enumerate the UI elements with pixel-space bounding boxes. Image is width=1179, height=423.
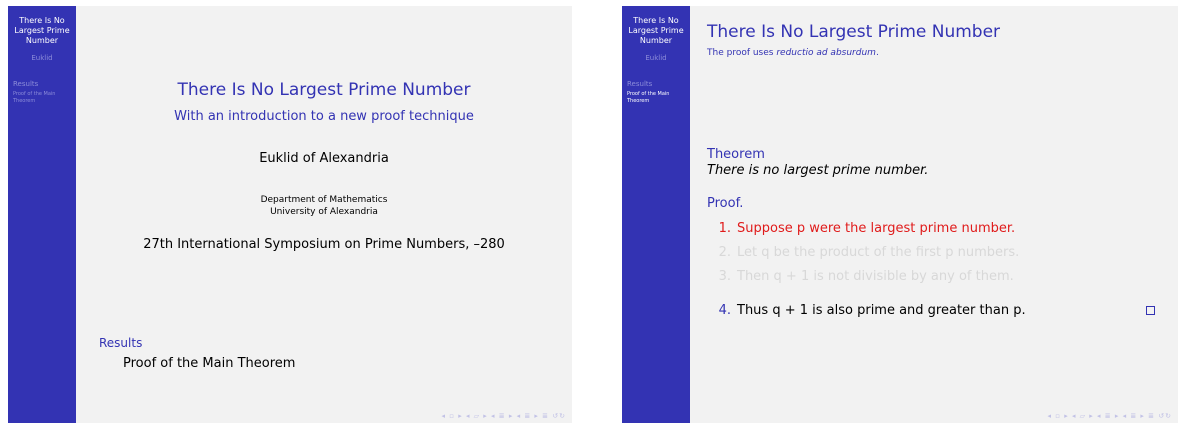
sidebar-section-results[interactable]: Results [8, 80, 76, 88]
sidebar-section-results[interactable]: Results [622, 80, 690, 88]
step-number: 3. [718, 269, 731, 284]
proof-heading: Proof. [707, 196, 744, 211]
institute-department: Department of Mathematics [260, 195, 388, 205]
sidebar-subsection-proof[interactable]: Proof of the Main Theorem [622, 91, 690, 105]
qed-square-icon [1146, 306, 1155, 315]
presentation-subtitle: With an introduction to a new proof tech… [174, 109, 474, 124]
presentation-title: There Is No Largest Prime Number [177, 80, 471, 100]
proof-slide: There Is No Largest Prime Number Euklid … [622, 6, 1178, 423]
proof-step: 1. Suppose p were the largest prime numbe… [707, 221, 1016, 236]
step-number: 4. [718, 303, 731, 318]
institute-university: University of Alexandria [270, 207, 378, 217]
frame-subtitle-suffix: . [875, 48, 879, 58]
proof-step: 2. Let q be the product of the first p nu… [707, 245, 1020, 260]
frame-subtitle-emphasis: reductio ad absurdum [776, 48, 876, 58]
toc-subsection-proof[interactable]: Proof of the Main Theorem [123, 356, 295, 371]
sidebar: There Is No Largest Prime Number Euklid … [8, 6, 76, 423]
title-slide: There Is No Largest Prime Number Euklid … [8, 6, 572, 423]
sidebar: There Is No Largest Prime Number Euklid … [622, 6, 690, 423]
frame-subtitle-prefix: The proof uses [707, 48, 777, 58]
slide-content: There Is No Largest Prime Number With an… [76, 6, 572, 423]
step-number: 2. [718, 245, 731, 260]
proof-step: 4. Thus q + 1 is also prime and greater t… [707, 303, 1026, 318]
theorem-heading: Theorem [707, 147, 765, 162]
sidebar-author[interactable]: Euklid [8, 54, 76, 62]
sidebar-title[interactable]: There Is No Largest Prime Number [8, 16, 76, 46]
sidebar-title[interactable]: There Is No Largest Prime Number [622, 16, 690, 46]
proof-step: 3. Then q + 1 is not divisible by any of … [707, 269, 1014, 284]
theorem-body: There is no largest prime number. [707, 163, 929, 178]
sidebar-subsection-proof[interactable]: Proof of the Main Theorem [8, 91, 76, 105]
navigation-controls[interactable]: ◂ ▫ ▸ ◂ ▱ ▸ ◂ ≣ ▸ ◂ ≣ ▸ ≣ ↺↻ [442, 412, 567, 420]
navigation-controls[interactable]: ◂ ▫ ▸ ◂ ▱ ▸ ◂ ≣ ▸ ◂ ≣ ▸ ≣ ↺↻ [1048, 412, 1173, 420]
slide-content: There Is No Largest Prime Number The pro… [690, 6, 1178, 423]
presentation-date: 27th International Symposium on Prime Nu… [143, 237, 505, 252]
step-text: Then q + 1 is not divisible by any of th… [737, 269, 1014, 284]
step-text: Suppose p were the largest prime number. [737, 221, 1016, 236]
step-text: Thus q + 1 is also prime and greater tha… [737, 303, 1026, 318]
step-text: Let q be the product of the first p numb… [737, 245, 1020, 260]
sidebar-author[interactable]: Euklid [622, 54, 690, 62]
frame-title: There Is No Largest Prime Number [707, 22, 1001, 42]
toc-section-results[interactable]: Results [99, 336, 142, 350]
frame-subtitle: The proof uses reductio ad absurdum. [707, 48, 879, 58]
step-number: 1. [718, 221, 731, 236]
author-name: Euklid of Alexandria [259, 151, 389, 166]
